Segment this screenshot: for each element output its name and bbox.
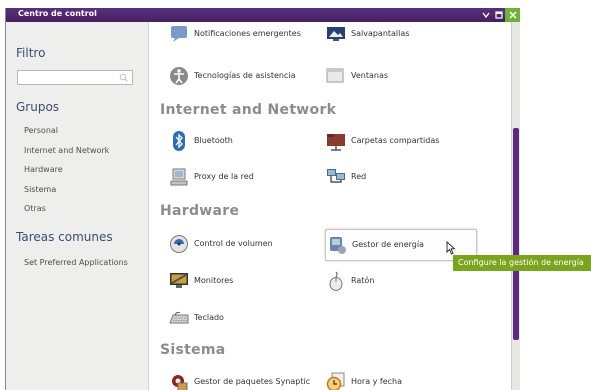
network-icon: [325, 166, 347, 188]
tooltip: Configure la gestión de energía: [453, 255, 591, 271]
item-label: Ratón: [351, 276, 375, 285]
sidebar: Filtro Grupos Personal Internet and Netw…: [6, 22, 149, 390]
item-proxy-red[interactable]: Proxy de la red: [168, 162, 318, 192]
window-title: Centro de control: [18, 9, 97, 18]
item-label: Salvapantallas: [351, 29, 410, 38]
monitor-icon: [168, 270, 190, 292]
item-label: Ventanas: [351, 71, 389, 80]
item-label: Teclado: [194, 313, 224, 322]
search-icon[interactable]: [119, 73, 128, 82]
item-label: Notificaciones emergentes: [194, 29, 301, 38]
item-label: Gestor de energía: [352, 240, 424, 249]
item-label: Gestor de paquetes Synaptic: [194, 377, 311, 386]
item-label: Hora y fecha: [351, 377, 403, 386]
item-label: Monitores: [194, 276, 234, 285]
item-bluetooth[interactable]: Bluetooth: [168, 126, 318, 156]
item-red[interactable]: Red: [325, 162, 475, 192]
item-hora-fecha[interactable]: Hora y fecha: [325, 367, 475, 390]
item-ventanas[interactable]: Ventanas: [325, 61, 475, 91]
group-item-hardware[interactable]: Hardware: [24, 165, 63, 174]
groups-heading: Grupos: [16, 100, 60, 114]
control-center-window: Centro de control Filtro Grupos Personal…: [5, 8, 520, 390]
volume-icon: [168, 233, 190, 255]
item-salvapantallas[interactable]: Salvapantallas: [325, 19, 475, 49]
item-label: Control de volumen: [194, 239, 273, 248]
item-label: Bluetooth: [194, 136, 233, 145]
notification-icon: [168, 23, 190, 45]
item-label: Carpetas compartidas: [351, 136, 440, 145]
window-menu-button[interactable]: [480, 8, 492, 22]
item-teclado[interactable]: Teclado: [168, 303, 318, 333]
category-internet-title: Internet and Network: [160, 102, 337, 118]
clock-icon: [325, 371, 347, 390]
group-item-sistema[interactable]: Sistema: [24, 185, 56, 194]
window-icon: [325, 65, 347, 87]
keyboard-icon: [168, 307, 190, 329]
category-sistema-title: Sistema: [160, 342, 226, 358]
network-proxy-icon: [168, 166, 190, 188]
filter-input[interactable]: [18, 77, 120, 90]
group-item-otras[interactable]: Otras: [24, 204, 46, 213]
bluetooth-icon: [168, 130, 190, 152]
shared-folder-icon: [325, 130, 347, 152]
item-monitores[interactable]: Monitores: [168, 266, 318, 296]
item-control-volumen[interactable]: Control de volumen: [168, 229, 318, 259]
close-icon: [508, 11, 517, 19]
group-item-personal[interactable]: Personal: [24, 126, 58, 135]
mouse-icon: [325, 270, 347, 292]
category-hardware-title: Hardware: [160, 203, 240, 219]
scrollbar-thumb[interactable]: [513, 128, 519, 340]
item-tecnologias-asistencia[interactable]: Tecnologías de asistencia: [168, 61, 318, 91]
screensaver-icon: [325, 23, 347, 45]
item-label: Tecnologías de asistencia: [194, 71, 296, 80]
accessibility-icon: [168, 65, 190, 87]
filter-heading: Filtro: [16, 46, 46, 60]
item-notificaciones[interactable]: Notificaciones emergentes: [168, 19, 318, 49]
item-gestor-paquetes[interactable]: Gestor de paquetes Synaptic: [168, 367, 318, 390]
package-manager-icon: [168, 371, 190, 390]
item-label: Proxy de la red: [194, 172, 254, 181]
scrollbar[interactable]: [511, 22, 520, 390]
main-panel: Notificaciones emergentes Salvapantallas…: [149, 22, 512, 390]
common-tasks-heading: Tareas comunes: [16, 230, 113, 244]
maximize-button[interactable]: [493, 8, 505, 22]
chevron-down-icon: [482, 12, 490, 19]
close-button[interactable]: [505, 8, 520, 22]
power-manager-icon: [326, 234, 348, 256]
maximize-icon: [495, 11, 503, 19]
item-label: Red: [351, 172, 367, 181]
filter-field[interactable]: [17, 70, 133, 90]
item-carpetas-compartidas[interactable]: Carpetas compartidas: [325, 126, 475, 156]
mouse-cursor-icon: [446, 241, 456, 255]
group-item-internet[interactable]: Internet and Network: [24, 146, 109, 155]
task-set-preferred-applications[interactable]: Set Preferred Applications: [24, 258, 128, 267]
